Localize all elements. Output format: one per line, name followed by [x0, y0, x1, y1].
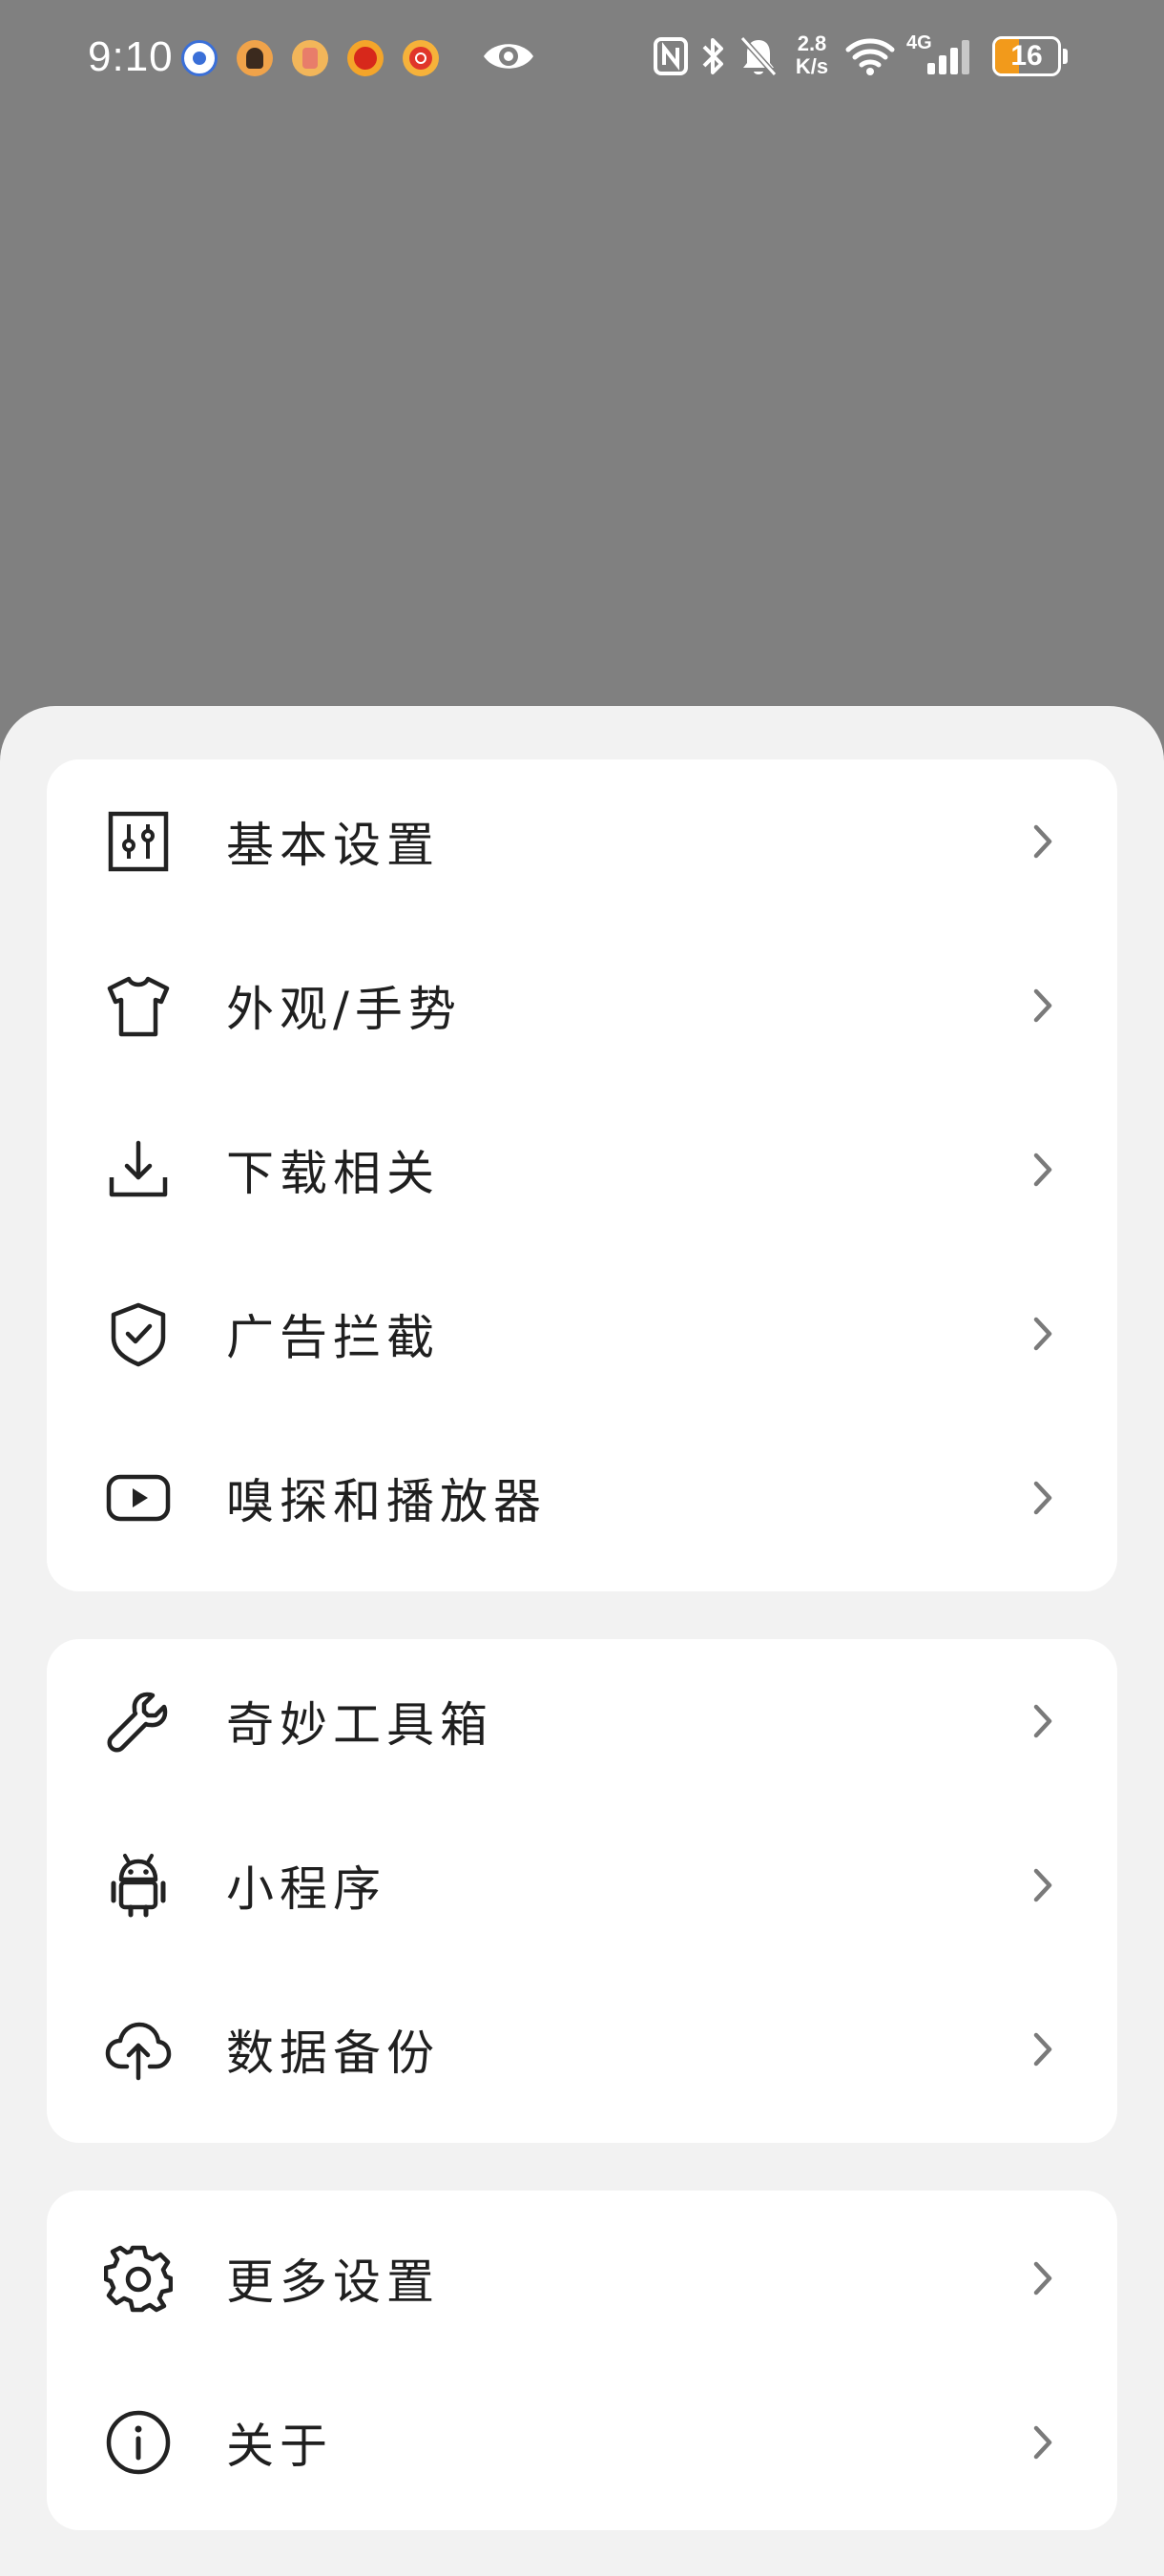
chevron-right-icon [1033, 988, 1052, 1023]
bell-off-icon [739, 35, 778, 77]
settings-group: 奇妙工具箱 小程序 数据备份 [47, 1639, 1117, 2143]
settings-group: 基本设置 外观/手势 下载相关 广告拦截 嗅探和播放器 [47, 759, 1117, 1591]
menu-item-label: 更多设置 [226, 2254, 440, 2310]
battery-level: 16 [1010, 40, 1043, 72]
gear-icon [104, 2245, 173, 2313]
menu-item-label: 基本设置 [226, 818, 440, 873]
chevron-right-icon [1033, 2261, 1052, 2296]
menu-item-mini-programs[interactable]: 小程序 [47, 1803, 1117, 1967]
signal-icon [927, 40, 969, 74]
sliders-icon [108, 811, 169, 872]
status-bar: 9:10 2.8 K/s 4G 16 [0, 0, 1164, 114]
info-icon [106, 2410, 171, 2475]
menu-item-label: 嗅探和播放器 [226, 1474, 547, 1529]
settings-group: 更多设置 关于 [47, 2191, 1117, 2530]
menu-item-appearance-gestures[interactable]: 外观/手势 [47, 924, 1117, 1088]
chevron-right-icon [1033, 824, 1052, 859]
nfc-icon [654, 37, 688, 75]
menu-item-label: 广告拦截 [226, 1310, 440, 1365]
chevron-right-icon [1033, 1317, 1052, 1351]
notification-icon [292, 40, 328, 76]
menu-item-more-settings[interactable]: 更多设置 [47, 2196, 1117, 2360]
menu-item-sniffer-player[interactable]: 嗅探和播放器 [47, 1416, 1117, 1580]
chevron-right-icon [1033, 1153, 1052, 1187]
chevron-right-icon [1033, 1868, 1052, 1902]
menu-item-label: 数据备份 [226, 2025, 440, 2081]
eye-icon [484, 44, 533, 69]
menu-item-label: 外观/手势 [226, 982, 462, 1037]
menu-item-data-backup[interactable]: 数据备份 [47, 1967, 1117, 2131]
menu-item-label: 小程序 [226, 1861, 386, 1917]
notification-icon [403, 40, 439, 76]
menu-item-toolbox[interactable]: 奇妙工具箱 [47, 1639, 1117, 1803]
bluetooth-icon [702, 38, 723, 74]
notification-icon [347, 40, 384, 76]
play-icon [106, 1474, 171, 1522]
wrench-icon [107, 1692, 168, 1753]
network-speed: 2.8 K/s [790, 32, 834, 78]
network-speed-value: 2.8 [797, 31, 827, 55]
menu-item-label: 下载相关 [226, 1146, 440, 1201]
chevron-right-icon [1033, 2425, 1052, 2460]
shield-check-icon [111, 1302, 166, 1367]
notification-icon [181, 40, 218, 76]
chevron-right-icon [1033, 1704, 1052, 1738]
chevron-right-icon [1033, 2032, 1052, 2067]
cloud-upload-icon [105, 2022, 172, 2081]
menu-item-basic-settings[interactable]: 基本设置 [47, 759, 1117, 924]
chevron-right-icon [1033, 1481, 1052, 1515]
network-speed-unit: K/s [795, 54, 829, 78]
battery-tip [1063, 49, 1068, 64]
settings-sheet: 基本设置 外观/手势 下载相关 广告拦截 嗅探和播放器 奇妙工具箱 小程序 数据… [0, 706, 1164, 2576]
android-icon [111, 1854, 166, 1918]
menu-item-ad-block[interactable]: 广告拦截 [47, 1252, 1117, 1416]
download-icon [109, 1140, 168, 1197]
menu-item-download[interactable]: 下载相关 [47, 1088, 1117, 1252]
menu-item-label: 奇妙工具箱 [226, 1697, 493, 1753]
notification-icon [237, 40, 273, 76]
status-time: 9:10 [88, 33, 174, 80]
tshirt-icon [107, 976, 170, 1037]
menu-item-label: 关于 [226, 2419, 333, 2474]
menu-item-about[interactable]: 关于 [47, 2360, 1117, 2524]
battery-icon: 16 [992, 36, 1061, 76]
wifi-icon [845, 38, 895, 75]
